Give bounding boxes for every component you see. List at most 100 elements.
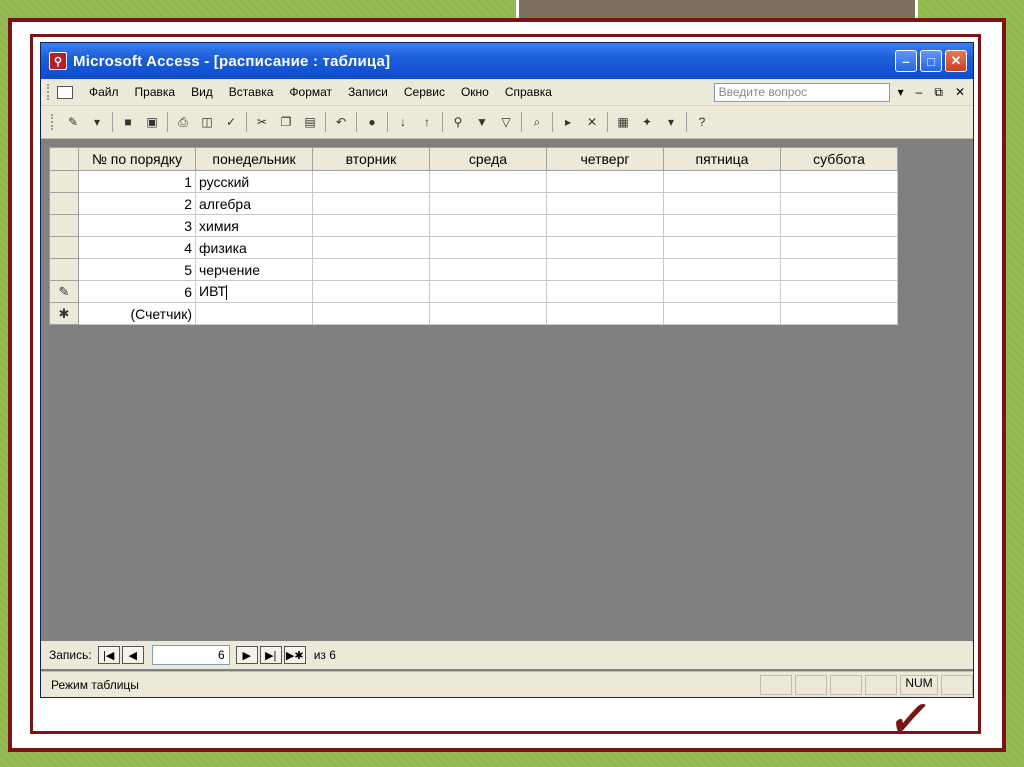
- print-icon[interactable]: ⎙: [174, 113, 192, 131]
- previous-record-button[interactable]: ◀: [121, 646, 144, 664]
- cell-tuesday[interactable]: [312, 236, 430, 259]
- copy-icon[interactable]: ❐: [277, 113, 295, 131]
- cell-monday[interactable]: физика: [195, 236, 313, 259]
- help-question-input[interactable]: Введите вопрос: [713, 82, 890, 102]
- menu-insert[interactable]: Вставка: [221, 85, 282, 99]
- editing-pencil-icon[interactable]: ✎: [49, 280, 79, 303]
- cell-tuesday[interactable]: [312, 302, 430, 325]
- cell-wednesday[interactable]: [429, 280, 547, 303]
- doc-restore-button[interactable]: ⧉: [934, 85, 943, 100]
- help-icon[interactable]: ?: [693, 113, 711, 131]
- cell-thursday[interactable]: [546, 280, 664, 303]
- last-record-button[interactable]: ▶|: [259, 646, 282, 664]
- cell-saturday[interactable]: [780, 170, 898, 193]
- cell-wednesday[interactable]: [429, 302, 547, 325]
- close-button[interactable]: ✕: [945, 50, 967, 72]
- cell-friday[interactable]: [663, 280, 781, 303]
- menu-window[interactable]: Окно: [453, 85, 497, 99]
- view-dropdown-icon[interactable]: ▾: [88, 113, 106, 131]
- spelling-icon[interactable]: ✓: [222, 113, 240, 131]
- column-header-saturday[interactable]: суббота: [780, 147, 898, 171]
- cell-thursday[interactable]: [546, 170, 664, 193]
- print-preview-icon[interactable]: ◫: [198, 113, 216, 131]
- cell-friday[interactable]: [663, 214, 781, 237]
- new-object-dropdown-icon[interactable]: ▾: [662, 113, 680, 131]
- cell-monday[interactable]: русский: [195, 170, 313, 193]
- column-header-friday[interactable]: пятница: [663, 147, 781, 171]
- sort-descending-icon[interactable]: ↑: [418, 113, 436, 131]
- hyperlink-icon[interactable]: ●: [363, 113, 381, 131]
- column-header-wednesday[interactable]: среда: [429, 147, 547, 171]
- cell-friday[interactable]: [663, 170, 781, 193]
- apply-filter-icon[interactable]: ▽: [497, 113, 515, 131]
- filter-by-selection-icon[interactable]: ⚲: [449, 113, 467, 131]
- sort-ascending-icon[interactable]: ↓: [394, 113, 412, 131]
- cell-number[interactable]: 6: [78, 280, 196, 303]
- filter-by-form-icon[interactable]: ▼: [473, 113, 491, 131]
- save-icon[interactable]: ■: [119, 113, 137, 131]
- cell-tuesday[interactable]: [312, 192, 430, 215]
- menu-tools[interactable]: Сервис: [396, 85, 453, 99]
- cell-monday[interactable]: черчение: [195, 258, 313, 281]
- select-all-corner[interactable]: [49, 147, 79, 171]
- cell-saturday[interactable]: [780, 236, 898, 259]
- cell-tuesday[interactable]: [312, 280, 430, 303]
- row-selector[interactable]: [49, 236, 79, 259]
- cell-tuesday[interactable]: [312, 214, 430, 237]
- cell-wednesday[interactable]: [429, 192, 547, 215]
- cell-number[interactable]: 4: [78, 236, 196, 259]
- column-header-monday[interactable]: понедельник: [195, 147, 313, 171]
- cell-number-autonumber[interactable]: (Счетчик): [78, 302, 196, 325]
- row-selector[interactable]: [49, 258, 79, 281]
- menu-format[interactable]: Формат: [281, 85, 340, 99]
- cell-thursday[interactable]: [546, 236, 664, 259]
- cell-tuesday[interactable]: [312, 170, 430, 193]
- cell-wednesday[interactable]: [429, 214, 547, 237]
- row-selector[interactable]: [49, 214, 79, 237]
- cell-wednesday[interactable]: [429, 258, 547, 281]
- menu-records[interactable]: Записи: [340, 85, 396, 99]
- database-window-icon[interactable]: ▦: [614, 113, 632, 131]
- doc-minimize-button[interactable]: –: [916, 85, 923, 99]
- delete-record-icon[interactable]: ✕: [583, 113, 601, 131]
- cell-monday-active[interactable]: ИВТ: [195, 280, 313, 303]
- maximize-button[interactable]: □: [920, 50, 942, 72]
- row-selector[interactable]: [49, 170, 79, 193]
- cell-number[interactable]: 2: [78, 192, 196, 215]
- cell-friday[interactable]: [663, 258, 781, 281]
- menu-view[interactable]: Вид: [183, 85, 221, 99]
- cell-number[interactable]: 3: [78, 214, 196, 237]
- cell-thursday[interactable]: [546, 214, 664, 237]
- cell-wednesday[interactable]: [429, 236, 547, 259]
- cell-friday[interactable]: [663, 236, 781, 259]
- cell-saturday[interactable]: [780, 258, 898, 281]
- cell-thursday[interactable]: [546, 302, 664, 325]
- new-record-nav-button[interactable]: ▶✱: [283, 646, 306, 664]
- cell-monday[interactable]: химия: [195, 214, 313, 237]
- column-header-number[interactable]: № по порядку: [78, 147, 196, 171]
- database-window-icon[interactable]: [57, 85, 73, 99]
- view-icon[interactable]: ✎: [64, 113, 82, 131]
- undo-icon[interactable]: ↶: [332, 113, 350, 131]
- cell-friday[interactable]: [663, 302, 781, 325]
- cell-saturday[interactable]: [780, 302, 898, 325]
- cell-number[interactable]: 5: [78, 258, 196, 281]
- doc-close-button[interactable]: ✕: [955, 85, 965, 99]
- next-record-button[interactable]: ▶: [235, 646, 258, 664]
- search-file-icon[interactable]: ▣: [143, 113, 161, 131]
- column-header-tuesday[interactable]: вторник: [312, 147, 430, 171]
- cell-saturday[interactable]: [780, 280, 898, 303]
- cell-saturday[interactable]: [780, 214, 898, 237]
- first-record-button[interactable]: |◀: [97, 646, 120, 664]
- cell-thursday[interactable]: [546, 258, 664, 281]
- cell-monday[interactable]: [195, 302, 313, 325]
- cell-number[interactable]: 1: [78, 170, 196, 193]
- paste-icon[interactable]: ▤: [301, 113, 319, 131]
- cell-saturday[interactable]: [780, 192, 898, 215]
- cell-tuesday[interactable]: [312, 258, 430, 281]
- cell-thursday[interactable]: [546, 192, 664, 215]
- help-dropdown-icon[interactable]: ▾: [898, 85, 904, 99]
- cut-icon[interactable]: ✂: [253, 113, 271, 131]
- new-object-icon[interactable]: ✦: [638, 113, 656, 131]
- minimize-button[interactable]: –: [895, 50, 917, 72]
